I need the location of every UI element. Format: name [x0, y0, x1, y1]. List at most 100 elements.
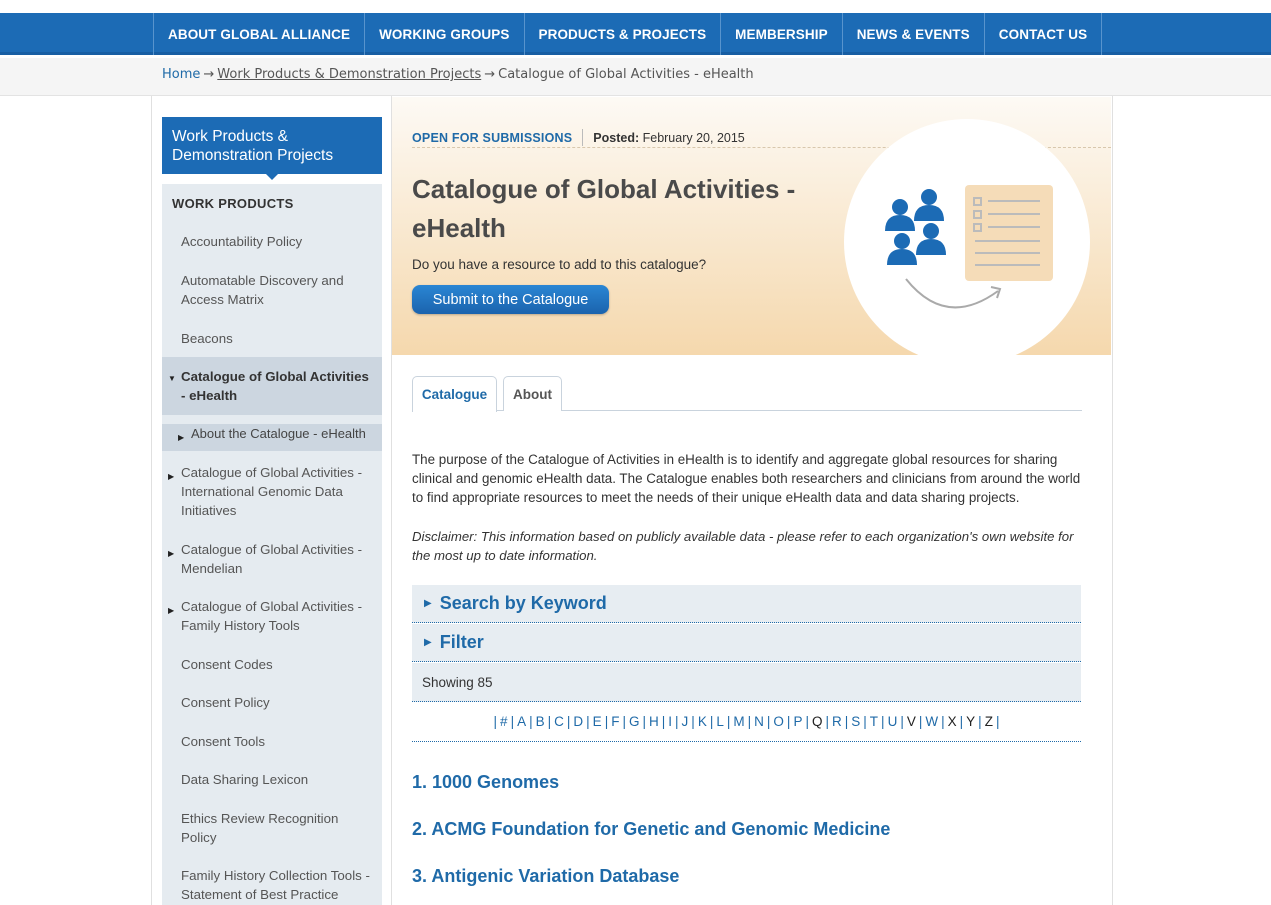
alphabet-separator: | — [547, 714, 552, 729]
nav-news-events[interactable]: NEWS & EVENTS — [841, 13, 984, 55]
alphabet-separator: | — [726, 714, 731, 729]
alphabet-separator: | — [786, 714, 791, 729]
breadcrumb-parent[interactable]: Work Products & Demonstration Projects — [217, 67, 481, 82]
nav-products-projects[interactable]: PRODUCTS & PROJECTS — [523, 13, 721, 55]
sidebar-item-accountability-policy[interactable]: Accountability Policy — [162, 232, 382, 251]
alphabet-separator: | — [586, 714, 590, 729]
tab-about[interactable]: About — [503, 376, 562, 411]
alphabet-letter[interactable]: U — [888, 714, 898, 729]
alphabet-separator: | — [978, 714, 982, 729]
alphabet-letter[interactable]: I — [668, 714, 672, 729]
sidebar-item-label: Catalogue of Global Activities - eHealth — [181, 369, 369, 403]
alphabet-letter[interactable]: B — [536, 714, 545, 729]
alphabet-letter[interactable]: J — [682, 714, 689, 729]
alphabet-letter[interactable]: T — [870, 714, 878, 729]
sidebar-item-mendelian[interactable]: ▶ Catalogue of Global Activities - Mende… — [162, 540, 382, 578]
nav-membership[interactable]: MEMBERSHIP — [720, 13, 842, 55]
breadcrumb-home[interactable]: Home — [162, 67, 200, 82]
alphabet-letter[interactable]: N — [754, 714, 764, 729]
status-badge: OPEN FOR SUBMISSIONS — [412, 130, 573, 145]
sidebar-item-family-history-tools[interactable]: ▶ Catalogue of Global Activities - Famil… — [162, 597, 382, 635]
alphabet-letter[interactable]: E — [593, 714, 602, 729]
alphabet-letter: Z — [984, 714, 993, 729]
alphabet-letter[interactable]: A — [517, 714, 526, 729]
alphabet-letter[interactable]: M — [733, 714, 744, 729]
sidebar-item-discovery-matrix[interactable]: Automatable Discovery and Access Matrix — [162, 271, 382, 309]
alphabet-letter[interactable]: G — [629, 714, 640, 729]
result-item[interactable]: 3. Antigenic Variation Database — [412, 866, 679, 887]
alphabet-letter[interactable]: W — [925, 714, 938, 729]
meta-divider — [582, 129, 584, 146]
alphabet-letter[interactable]: # — [500, 714, 508, 729]
main-nav: ABOUT GLOBAL ALLIANCE WORKING GROUPS PRO… — [153, 13, 1103, 55]
sidebar-item-genomic-initiatives[interactable]: ▶ Catalogue of Global Activities - Inter… — [162, 463, 382, 520]
sidebar-item-consent-tools[interactable]: Consent Tools — [162, 732, 382, 751]
result-item[interactable]: 1. 1000 Genomes — [412, 772, 559, 793]
sidebar-item-label: About the Catalogue - eHealth — [191, 426, 366, 441]
alphabet-separator: | — [918, 714, 923, 729]
hero-question: Do you have a resource to add to this ca… — [412, 257, 707, 272]
sidebar-item-label: Catalogue of Global Activities - Interna… — [181, 465, 363, 518]
alphabet-letter[interactable]: S — [851, 714, 860, 729]
alphabet-letter: Q — [811, 714, 823, 729]
sidebar-item-ethics-review[interactable]: Ethics Review Recognition Policy — [162, 809, 382, 847]
sidebar-item-consent-codes[interactable]: Consent Codes — [162, 655, 382, 674]
alphabet-separator: | — [691, 714, 695, 729]
alphabet-separator: | — [661, 714, 666, 729]
alphabet-letter[interactable]: F — [611, 714, 619, 729]
caret-right-icon: ▶ — [424, 637, 432, 648]
breadcrumb-separator: → — [484, 67, 496, 82]
alphabet-separator: | — [604, 714, 609, 729]
alphabet-letter[interactable]: P — [793, 714, 802, 729]
alphabet-separator: | — [941, 714, 945, 729]
alphabet-filter: | # | A | B | C | D | E | F | G | H | I | J | K | L | M | N | O | P | Q | R | S… — [412, 702, 1081, 742]
caret-right-icon: ▶ — [168, 549, 175, 558]
accordion-label: Search by Keyword — [439, 593, 607, 613]
caret-right-icon: ▶ — [168, 472, 175, 481]
alphabet-letter[interactable]: H — [649, 714, 659, 729]
breadcrumb-bar: Home → Work Products & Demonstration Proje… — [0, 58, 1271, 96]
sidebar-item-lexicon[interactable]: Data Sharing Lexicon — [162, 770, 382, 789]
alphabet-separator: | — [622, 714, 626, 729]
sidebar-item-beacons[interactable]: Beacons — [162, 329, 382, 348]
submit-button[interactable]: Submit to the Catalogue — [412, 285, 609, 314]
disclaimer-text: Disclaimer: This information based on pu… — [412, 529, 1074, 563]
nav-working-groups[interactable]: WORKING GROUPS — [364, 13, 523, 55]
page-title: Catalogue of Global Activities - eHealth — [412, 174, 796, 243]
alphabet-letter[interactable]: O — [773, 714, 784, 729]
breadcrumb: Home → Work Products & Demonstration Proje… — [162, 67, 754, 82]
alphabet-separator: | — [959, 714, 964, 729]
alphabet-letter[interactable]: K — [698, 714, 707, 729]
alphabet-letter[interactable]: C — [554, 714, 564, 729]
sidebar-item-family-history-collection[interactable]: Family History Collection Tools - Statem… — [162, 866, 382, 904]
alphabet-separator: | — [863, 714, 867, 729]
nav-contact[interactable]: CONTACT US — [983, 13, 1103, 55]
breadcrumb-current: Catalogue of Global Activities - eHealth — [498, 67, 754, 82]
alphabet-separator: | — [805, 714, 809, 729]
sidebar-item-label: Catalogue of Global Activities - Mendeli… — [181, 542, 363, 576]
results-count: Showing 85 — [412, 663, 1081, 702]
alphabet-letter[interactable]: R — [832, 714, 842, 729]
search-by-keyword-toggle[interactable]: ▶ Search by Keyword — [412, 585, 1081, 623]
alphabet-separator: | — [709, 714, 714, 729]
sidebar-item-ehealth[interactable]: ▼ Catalogue of Global Activities - eHeal… — [162, 357, 382, 415]
sidebar-item-consent-policy[interactable]: Consent Policy — [162, 693, 382, 712]
sidebar-item-label: Catalogue of Global Activities - Family … — [181, 599, 363, 633]
alphabet-letter: Y — [966, 714, 976, 729]
alphabet-letter[interactable]: D — [573, 714, 583, 729]
alphabet-separator: | — [566, 714, 571, 729]
sidebar-subitem-about-ehealth[interactable]: ▶ About the Catalogue - eHealth — [162, 424, 382, 451]
alphabet-separator: | — [825, 714, 829, 729]
tab-catalogue[interactable]: Catalogue — [412, 376, 497, 412]
alphabet-letter[interactable]: L — [716, 714, 724, 729]
alphabet-letter: X — [947, 714, 957, 729]
breadcrumb-separator: → — [203, 67, 215, 82]
filter-toggle[interactable]: ▶ Filter — [412, 624, 1081, 662]
people-list-illustration-icon — [885, 185, 1053, 309]
alphabet-letter: V — [906, 714, 916, 729]
accordion-label: Filter — [439, 632, 484, 652]
nav-about[interactable]: ABOUT GLOBAL ALLIANCE — [153, 13, 364, 55]
sidebar-heading[interactable]: Work Products & Demonstration Projects — [162, 117, 382, 180]
alphabet-separator: | — [766, 714, 771, 729]
result-item[interactable]: 2. ACMG Foundation for Genetic and Genom… — [412, 819, 890, 840]
